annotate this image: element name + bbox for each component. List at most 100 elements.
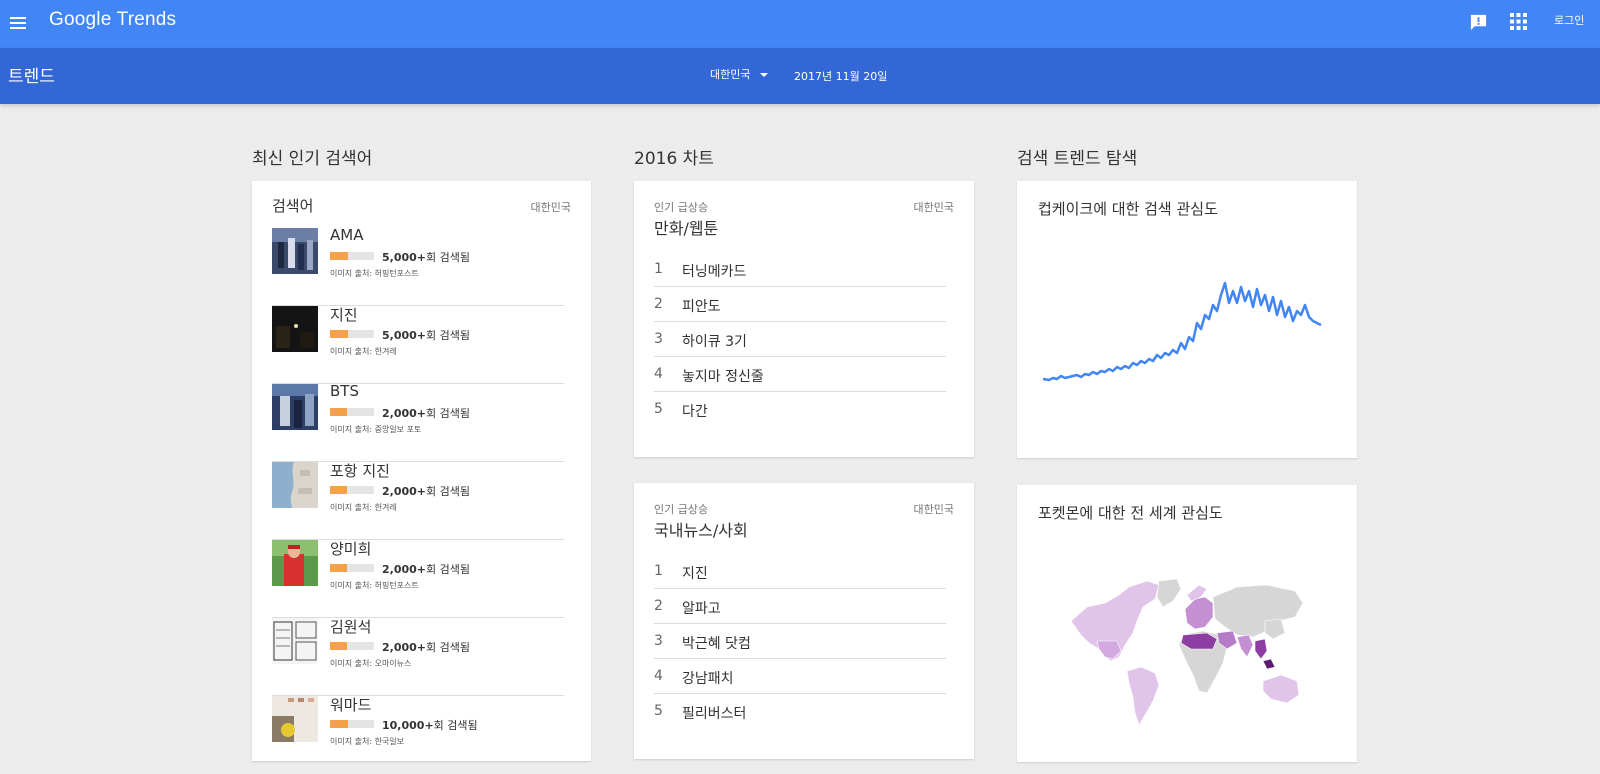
rank-number: 3 xyxy=(654,633,663,649)
search-volume-fill xyxy=(330,642,347,650)
trend-item[interactable]: 지진 5,000+회 검색됨 이미지 출처: 한겨레 xyxy=(272,306,564,384)
trend-item[interactable]: 김원석 2,000+회 검색됨 이미지 출처: 오마이뉴스 xyxy=(272,618,564,696)
search-volume-fill xyxy=(330,486,347,494)
apps-grid-icon[interactable] xyxy=(1510,13,1527,30)
google-trends-logo[interactable]: Google Trends xyxy=(49,9,176,31)
search-volume-bar xyxy=(330,720,374,728)
rank-number: 5 xyxy=(654,703,663,719)
trend-thumbnail xyxy=(272,696,318,742)
top-app-bar: Google Trends 로그인 xyxy=(0,0,1600,48)
search-count-suffix: 회 검색됨 xyxy=(426,563,470,576)
menu-icon[interactable] xyxy=(8,12,32,36)
search-count: 5,000+회 검색됨 xyxy=(382,327,470,343)
search-volume-fill xyxy=(330,408,347,416)
chart-category[interactable]: 국내뉴스/사회 xyxy=(654,517,748,541)
trend-item[interactable]: BTS 2,000+회 검색됨 이미지 출처: 중앙일보 포토 xyxy=(272,382,564,462)
chart-list-item[interactable]: 1 지진 xyxy=(654,554,946,589)
chart-subtitle: 인기 급상승 xyxy=(654,503,709,516)
rank-number: 2 xyxy=(654,296,663,312)
chart-list-item[interactable]: 3 박근혜 닷컴 xyxy=(654,624,946,659)
search-volume-fill xyxy=(330,720,348,728)
chart-region-label: 대한민국 xyxy=(913,201,954,214)
feedback-icon[interactable] xyxy=(1469,13,1488,32)
trend-thumbnail xyxy=(272,462,318,508)
trend-term: 양미희 xyxy=(330,540,372,558)
chart-list-item[interactable]: 1 터닝메카드 xyxy=(654,252,946,287)
rank-term: 피안도 xyxy=(682,299,721,315)
search-volume-bar xyxy=(330,486,374,494)
trend-item[interactable]: AMA 5,000+회 검색됨 이미지 출처: 허핑턴포스트 xyxy=(272,226,564,306)
search-count-suffix: 회 검색됨 xyxy=(426,407,470,420)
search-count-value: 2,000+ xyxy=(382,407,427,420)
trend-term: 김원석 xyxy=(330,618,372,636)
region-dropdown[interactable]: 대한민국 xyxy=(710,66,769,82)
chart-list-item[interactable]: 3 하이큐 3기 xyxy=(654,322,946,357)
rank-number: 4 xyxy=(654,366,663,382)
rank-number: 1 xyxy=(654,563,663,579)
interest-line-chart xyxy=(1043,281,1322,382)
rank-number: 4 xyxy=(654,668,663,684)
trend-term: 포항 지진 xyxy=(330,462,390,480)
chart-list-item[interactable]: 4 놓지마 정신줄 xyxy=(654,357,946,392)
search-count-suffix: 회 검색됨 xyxy=(426,251,470,264)
list-region-label: 대한민국 xyxy=(530,201,571,214)
image-source: 이미지 출처: 오마이뉴스 xyxy=(330,659,412,668)
chart-list-item[interactable]: 2 피안도 xyxy=(654,287,946,322)
chevron-down-icon xyxy=(760,73,769,77)
search-count: 2,000+회 검색됨 xyxy=(382,561,470,577)
search-volume-bar xyxy=(330,642,374,650)
trend-item[interactable]: 포항 지진 2,000+회 검색됨 이미지 출처: 한겨레 xyxy=(272,462,564,540)
rank-term: 강남패치 xyxy=(682,671,734,687)
trend-term: AMA xyxy=(330,226,364,244)
trend-thumbnail xyxy=(272,540,318,586)
search-volume-fill xyxy=(330,252,348,260)
trend-term: 지진 xyxy=(330,306,358,324)
rank-number: 2 xyxy=(654,598,663,614)
image-source: 이미지 출처: 한국일보 xyxy=(330,737,405,746)
image-source: 이미지 출처: 허핑턴포스트 xyxy=(330,269,419,278)
date-selector[interactable]: 2017년 11월 20일 xyxy=(794,68,887,84)
chart-list-item[interactable]: 4 강남패치 xyxy=(654,659,946,694)
trend-term: BTS xyxy=(330,382,359,400)
chart-region-label: 대한민국 xyxy=(913,503,954,516)
chart-list-item[interactable]: 5 다간 xyxy=(654,392,946,427)
search-count: 2,000+회 검색됨 xyxy=(382,405,470,421)
chart-category[interactable]: 만화/웹툰 xyxy=(654,215,718,239)
search-volume-bar xyxy=(330,252,374,260)
image-source: 이미지 출처: 한겨레 xyxy=(330,347,397,356)
section-title-latest: 최신 인기 검색어 xyxy=(252,149,373,169)
search-volume-bar xyxy=(330,564,374,572)
trend-item[interactable]: 양미희 2,000+회 검색됨 이미지 출처: 허핑턴포스트 xyxy=(272,540,564,618)
chart-card-news: 인기 급상승 대한민국 국내뉴스/사회 1 지진 2 알파고 3 박근혜 닷컴 4 강남… xyxy=(634,483,974,759)
search-count-value: 5,000+ xyxy=(382,329,427,342)
search-volume-bar xyxy=(330,408,374,416)
search-count-value: 2,000+ xyxy=(382,641,427,654)
rank-term: 알파고 xyxy=(682,601,721,617)
trend-item[interactable]: 워마드 10,000+회 검색됨 이미지 출처: 한국일보 xyxy=(272,696,564,774)
explore-card-pokemon[interactable]: 포켓몬에 대한 전 세계 관심도 xyxy=(1017,485,1357,762)
explore-card-title: 포켓몬에 대한 전 세계 관심도 xyxy=(1038,504,1223,522)
rank-number: 3 xyxy=(654,331,663,347)
rank-number: 1 xyxy=(654,261,663,277)
region-label: 대한민국 xyxy=(710,68,751,81)
search-count-suffix: 회 검색됨 xyxy=(433,719,478,732)
search-count-suffix: 회 검색됨 xyxy=(426,485,470,498)
search-count: 2,000+회 검색됨 xyxy=(382,483,470,499)
rank-number: 5 xyxy=(654,401,663,417)
section-title-chart-2016: 2016 차트 xyxy=(634,149,714,169)
chart-list-item[interactable]: 2 알파고 xyxy=(654,589,946,624)
trend-thumbnail xyxy=(272,384,318,430)
search-count: 10,000+회 검색됨 xyxy=(382,717,478,733)
rank-term: 필리버스터 xyxy=(682,706,747,722)
rank-term: 놓지마 정신줄 xyxy=(682,369,764,385)
login-button[interactable]: 로그인 xyxy=(1554,12,1584,28)
explore-card-cupcake[interactable]: 컵케이크에 대한 검색 관심도 xyxy=(1017,181,1357,458)
chart-list-item[interactable]: 5 필리버스터 xyxy=(654,694,946,729)
chart-card-webtoon: 인기 급상승 대한민국 만화/웹툰 1 터닝메카드 2 피안도 3 하이큐 3기 4 놓… xyxy=(634,181,974,457)
section-title-explore: 검색 트렌드 탐색 xyxy=(1017,149,1138,169)
image-source: 이미지 출처: 중앙일보 포토 xyxy=(330,425,422,434)
search-count-suffix: 회 검색됨 xyxy=(426,641,470,654)
rank-term: 하이큐 3기 xyxy=(682,334,747,350)
image-source: 이미지 출처: 허핑턴포스트 xyxy=(330,581,419,590)
search-count-value: 2,000+ xyxy=(382,485,427,498)
